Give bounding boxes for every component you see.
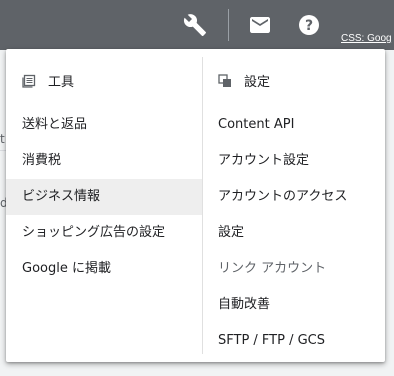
settings-header: 設定: [218, 71, 270, 90]
settings-list: Content API アカウント設定 アカウントのアクセス 設定 リンク アカ…: [202, 107, 385, 359]
top-bar: ? CSS: Goog: [0, 0, 394, 50]
menu-item-business-info[interactable]: ビジネス情報: [6, 179, 202, 215]
wrench-icon[interactable]: [182, 12, 208, 38]
svg-text:?: ?: [305, 18, 313, 34]
menu-item-account-settings[interactable]: アカウント設定: [202, 143, 385, 179]
tools-header: 工具: [22, 71, 74, 90]
tools-header-label: 工具: [48, 75, 75, 90]
tools-column: 工具 送料と返品 消費税 ビジネス情報 ショッピング広告の設定 Google に…: [6, 49, 202, 362]
tools-menu: 工具 送料と返品 消費税 ビジネス情報 ショッピング広告の設定 Google に…: [6, 49, 385, 362]
menu-item-show-on-google[interactable]: Google に掲載: [6, 251, 202, 287]
menu-item-sales-tax[interactable]: 消費税: [6, 143, 202, 179]
css-link[interactable]: CSS: Goog: [341, 33, 392, 44]
menu-item-sftp-ftp-gcs[interactable]: SFTP / FTP / GCS: [202, 323, 385, 359]
menu-item-content-api[interactable]: Content API: [202, 107, 385, 143]
menu-item-auto-improvements[interactable]: 自動改善: [202, 287, 385, 323]
menu-item-shopping-ads-settings[interactable]: ショッピング広告の設定: [6, 215, 202, 251]
help-icon[interactable]: ?: [296, 12, 322, 38]
menu-item-settings[interactable]: 設定: [202, 215, 385, 251]
tools-list: 送料と返品 消費税 ビジネス情報 ショッピング広告の設定 Google に掲載: [6, 107, 202, 287]
menu-item-account-access[interactable]: アカウントのアクセス: [202, 179, 385, 215]
tools-icon: [22, 74, 36, 88]
mail-icon[interactable]: [247, 12, 273, 38]
toolbar-divider: [228, 9, 229, 41]
settings-column: 設定 Content API アカウント設定 アカウントのアクセス 設定 リンク…: [202, 49, 385, 362]
settings-header-label: 設定: [244, 75, 271, 90]
menu-item-linked-accounts[interactable]: リンク アカウント: [202, 251, 385, 287]
settings-icon: [218, 73, 232, 88]
menu-item-shipping-returns[interactable]: 送料と返品: [6, 107, 202, 143]
